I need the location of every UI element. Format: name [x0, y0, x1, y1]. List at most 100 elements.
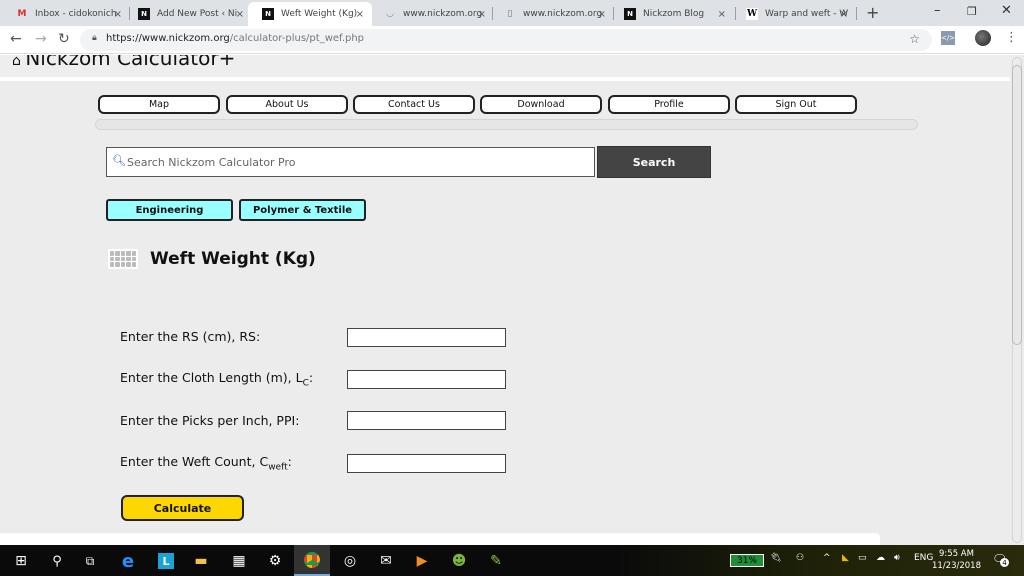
menu-profile[interactable]: Profile	[608, 95, 730, 114]
battery-indicator[interactable]: 31%	[730, 554, 764, 567]
page-icon: ▯	[507, 9, 513, 19]
wikipedia-icon: W	[746, 8, 758, 20]
search-button[interactable]: Search	[597, 146, 711, 178]
menu-kebab-icon[interactable]: ⋮	[1005, 30, 1018, 45]
media-player-icon[interactable]: ▶	[411, 550, 433, 572]
search-icon[interactable]: ⚲	[46, 550, 68, 572]
label-suffix: :	[308, 370, 314, 385]
mail-icon[interactable]: ✉	[375, 550, 397, 572]
file-explorer-icon[interactable]: ▬	[190, 550, 212, 572]
menu-bar-decoration	[95, 119, 918, 130]
wifi-icon[interactable]: ◣	[842, 553, 849, 563]
category-polymer-textile[interactable]: Polymer & Textile	[239, 199, 366, 221]
calculator-formula-icon	[108, 249, 138, 269]
power-plug-icon: 🔌︎	[770, 553, 782, 563]
close-tab-icon[interactable]: ×	[478, 9, 486, 20]
search-input[interactable]	[127, 153, 587, 171]
calculate-button[interactable]: Calculate	[121, 495, 244, 521]
close-tab-icon[interactable]: ×	[598, 9, 606, 20]
tab-title: www.nickzom.org	[523, 9, 603, 19]
tab-nickzom-page[interactable]: ▯ www.nickzom.org ×	[490, 2, 614, 26]
profile-avatar[interactable]	[975, 30, 991, 46]
back-icon[interactable]: ←	[10, 31, 22, 47]
browser-tab-bar: M Inbox - cidokonich × N Add New Post ‹ …	[0, 0, 1024, 26]
calculator-icon[interactable]: ▦	[228, 550, 250, 572]
windows-start-icon[interactable]: ⊞	[10, 550, 32, 572]
cloth-length-input[interactable]	[347, 370, 506, 389]
label-text: Enter the Weft Count, C	[120, 454, 269, 469]
reload-icon[interactable]: ↻	[58, 31, 70, 47]
url-path: /calculator-plus/pt_wef.php	[229, 33, 365, 44]
ppi-input[interactable]	[347, 411, 506, 430]
close-window-icon[interactable]: ✕	[1001, 3, 1012, 18]
language-indicator[interactable]: ENG	[914, 553, 933, 563]
tab-nickzom-blog[interactable]: N Nickzom Blog ×	[610, 2, 734, 26]
site-title-text: Nickzom Calculator+	[25, 55, 236, 70]
minimize-icon[interactable]: –	[934, 3, 941, 18]
menu-map[interactable]: Map	[98, 95, 220, 114]
extension-icon[interactable]: </>	[941, 31, 955, 45]
forward-icon[interactable]: →	[35, 31, 47, 47]
category-engineering[interactable]: Engineering	[106, 199, 233, 221]
menu-about-us[interactable]: About Us	[226, 95, 348, 114]
tab-title: www.nickzom.org	[403, 9, 483, 19]
edge-icon[interactable]: e	[117, 550, 139, 572]
notepad-icon[interactable]: ✎	[485, 550, 507, 572]
loading-icon: ◡	[386, 9, 394, 19]
rs-input[interactable]	[347, 328, 506, 347]
search-box: 🔍︎	[106, 147, 595, 177]
action-center-icon[interactable]: 🗨︎ 4	[992, 552, 1010, 568]
address-bar[interactable]: 🔒︎ https://www.nickzom.org/calculator-pl…	[80, 29, 932, 51]
browser-toolbar: ← → ↻ 🔒︎ https://www.nickzom.org/calcula…	[0, 26, 1024, 54]
volume-icon[interactable]: 🔊︎	[894, 553, 900, 563]
menu-sign-out[interactable]: Sign Out	[735, 95, 857, 114]
field-label-rs: Enter the RS (cm), RS:	[120, 329, 260, 344]
tab-warp-and-weft[interactable]: W Warp and weft - W ×	[732, 2, 856, 26]
show-hidden-icons[interactable]: ^	[823, 553, 831, 563]
close-tab-icon[interactable]: ×	[356, 9, 364, 20]
page-scrollbar[interactable]	[1010, 55, 1024, 545]
tab-title: Inbox - cidokonich	[35, 9, 117, 19]
chrome-icon[interactable]	[294, 545, 330, 576]
task-view-icon[interactable]: ⧉	[79, 550, 101, 572]
tab-inbox[interactable]: M Inbox - cidokonich ×	[2, 2, 130, 26]
groove-music-icon[interactable]: ◎	[339, 550, 361, 572]
new-tab-button[interactable]: +	[866, 3, 879, 22]
menu-download[interactable]: Download	[480, 95, 602, 114]
tab-weft-weight[interactable]: N Weft Weight (Kg) ×	[248, 2, 372, 26]
site-header: ⌂ Nickzom Calculator+	[0, 55, 1010, 81]
tab-title: Nickzom Blog	[643, 9, 705, 19]
url-host: https://www.nickzom.org	[106, 33, 230, 44]
page-content: ⌂ Nickzom Calculator+ Map About Us Conta…	[0, 55, 1010, 545]
notification-count: 4	[1000, 558, 1009, 567]
android-studio-icon[interactable]: ☻	[448, 550, 470, 572]
weft-count-input[interactable]	[347, 454, 506, 473]
site-title[interactable]: ⌂ Nickzom Calculator+	[12, 55, 235, 70]
nickzom-icon: N	[138, 8, 150, 20]
footer-strip	[0, 533, 880, 545]
tab-nickzom-loading[interactable]: ◡ www.nickzom.org ×	[370, 2, 494, 26]
close-tab-icon[interactable]: ×	[840, 9, 848, 20]
label-text: Enter the Picks per Inch, PPI:	[120, 413, 300, 428]
app-l-icon[interactable]: L	[158, 553, 174, 569]
label-suffix: :	[287, 454, 292, 469]
bookmark-star-icon[interactable]: ☆	[909, 32, 920, 46]
menu-contact-us[interactable]: Contact Us	[353, 95, 475, 114]
network-icon[interactable]: ▭	[858, 553, 867, 563]
tab-separator	[856, 7, 857, 20]
nickzom-icon: N	[262, 8, 274, 20]
restore-icon[interactable]: ❐	[967, 5, 977, 18]
cloud-icon[interactable]: ☁	[876, 553, 885, 563]
clock-time: 9:55 AM	[939, 549, 974, 559]
close-tab-icon[interactable]: ×	[236, 9, 244, 20]
close-tab-icon[interactable]: ×	[114, 9, 122, 20]
close-tab-icon[interactable]: ×	[718, 9, 726, 20]
people-icon[interactable]: ⚇	[796, 553, 804, 563]
settings-icon[interactable]: ⚙	[264, 550, 286, 572]
label-text: Enter the Cloth Length (m), L	[120, 370, 303, 385]
clock[interactable]: 9:55 AM 11/23/2018	[932, 548, 981, 572]
tab-title: Add New Post ‹ Ni	[157, 9, 238, 19]
scroll-thumb[interactable]	[1012, 65, 1022, 345]
tab-add-new-post[interactable]: N Add New Post ‹ Ni ×	[124, 2, 252, 26]
url-text: https://www.nickzom.org/calculator-plus/…	[106, 33, 364, 44]
